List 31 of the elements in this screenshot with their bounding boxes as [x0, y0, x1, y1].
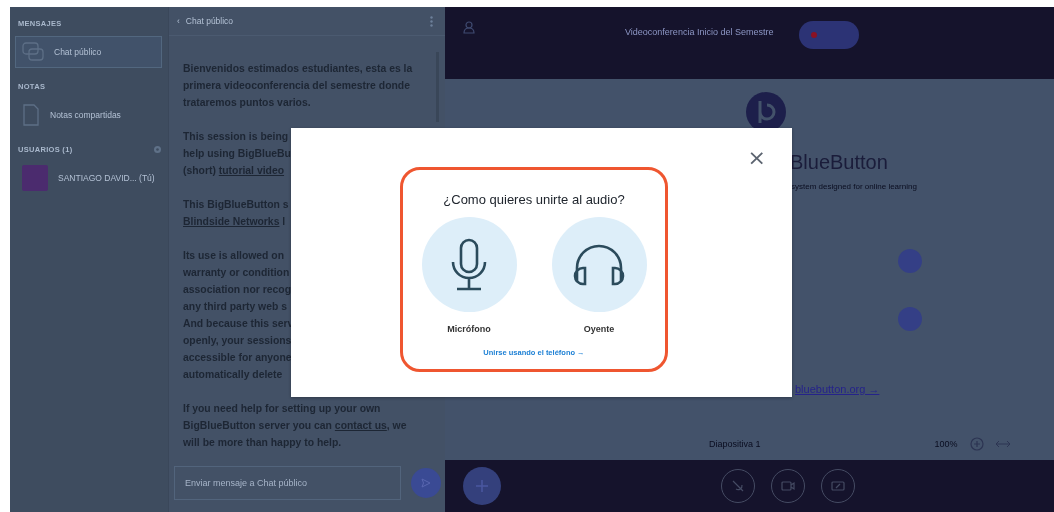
sidebar-item[interactable]: Notas compartidas	[15, 99, 162, 131]
gear-icon[interactable]	[153, 145, 162, 154]
send-button[interactable]	[411, 468, 441, 498]
fit-icon[interactable]	[995, 441, 1010, 447]
zoom-in-icon[interactable]	[969, 437, 984, 451]
message-field[interactable]: Enviar mensaje a Chat público	[174, 466, 401, 500]
meeting-title: Videoconferencia Inicio del Semestre	[625, 27, 774, 37]
headphones-icon	[573, 243, 625, 286]
user-icon[interactable]	[463, 21, 475, 34]
feature-icon	[898, 307, 922, 331]
plus-icon	[476, 480, 488, 492]
zoom-level: 100%	[934, 439, 958, 449]
record-button[interactable]	[799, 21, 860, 49]
chat-icon	[22, 42, 44, 62]
microphone-off-icon	[732, 480, 744, 492]
chat-title: Chat público	[185, 16, 234, 26]
add-button[interactable]	[463, 467, 501, 505]
document-icon	[22, 104, 40, 126]
send-icon	[421, 478, 431, 488]
slide-selector[interactable]: Diapositiva 1	[709, 439, 761, 449]
back-button[interactable]: ‹	[177, 16, 180, 26]
sidebar-item[interactable]: Chat público	[15, 36, 162, 68]
camera-icon	[781, 481, 795, 491]
close-button[interactable]: ×	[743, 146, 770, 170]
more-icon[interactable]	[430, 15, 433, 27]
screen-icon	[831, 480, 845, 492]
dialog-title: ¿Como quieres unirte al audio?	[443, 192, 625, 207]
user-item[interactable]: SANTIAGO DAVID... (Tú)	[15, 162, 162, 194]
microphone-icon	[449, 237, 489, 292]
feature-icon	[898, 249, 922, 273]
avatar	[22, 165, 48, 191]
